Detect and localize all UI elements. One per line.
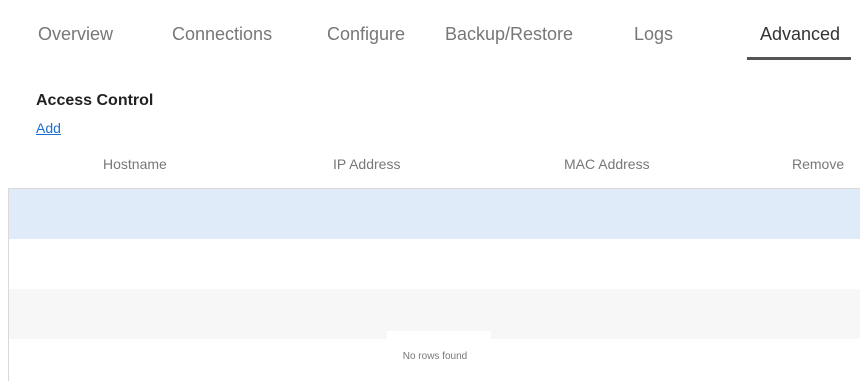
table-row-placeholder [9,239,860,289]
tab-logs[interactable]: Logs [634,24,673,45]
tab-overview[interactable]: Overview [38,24,113,45]
no-rows-overlay-box [387,331,491,341]
access-control-table: No rows found [8,188,860,381]
tab-configure[interactable]: Configure [327,24,405,45]
column-header-hostname[interactable]: Hostname [103,156,167,172]
column-header-remove[interactable]: Remove [792,156,844,172]
active-tab-indicator [747,57,851,60]
add-button[interactable]: Add [36,120,61,136]
column-header-mac-address[interactable]: MAC Address [564,156,650,172]
section-title: Access Control [36,92,154,109]
tab-connections[interactable]: Connections [172,24,272,45]
column-header-ip-address[interactable]: IP Address [333,156,400,172]
table-row-placeholder [9,189,860,239]
tab-backup-restore[interactable]: Backup/Restore [445,24,573,45]
no-rows-message: No rows found [402,351,468,362]
tab-bar: Overview Connections Configure Backup/Re… [0,0,860,62]
tab-advanced[interactable]: Advanced [760,24,840,45]
